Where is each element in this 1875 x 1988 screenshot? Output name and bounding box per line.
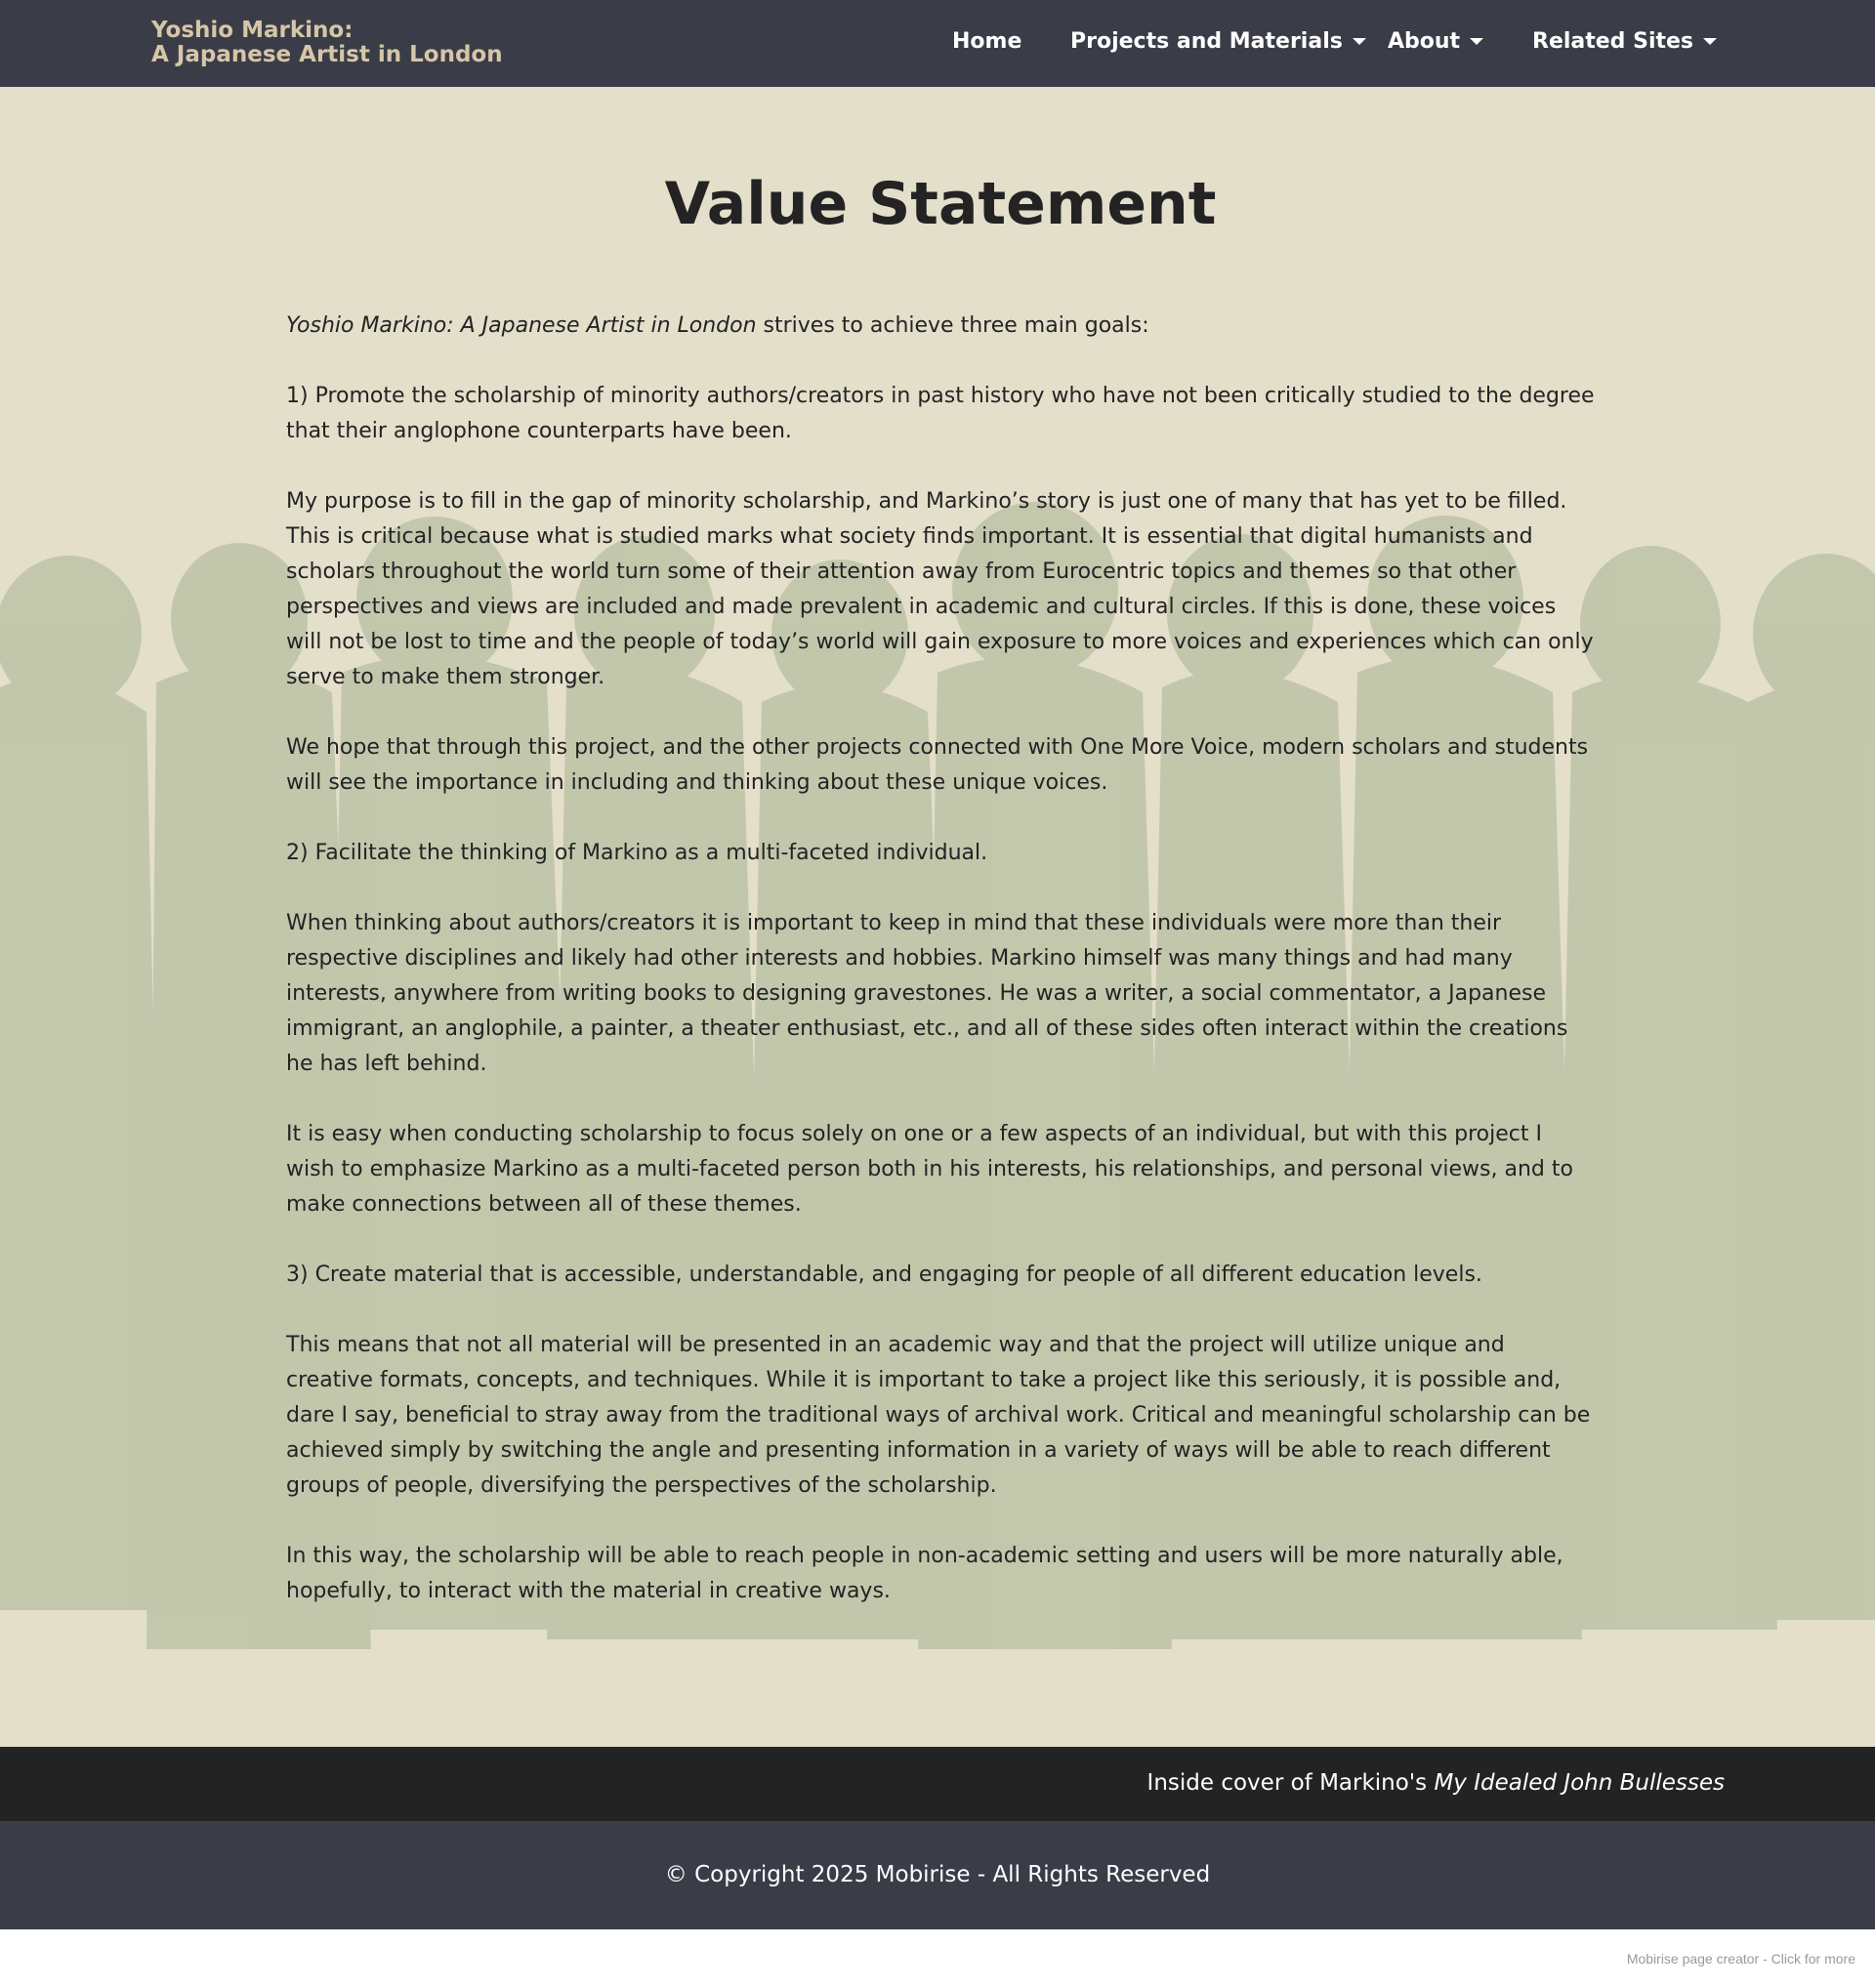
intro-paragraph: Yoshio Markino: A Japanese Artist in Lon… — [286, 309, 1595, 344]
goal-1-paragraph: 1) Promote the scholarship of minority a… — [286, 384, 1595, 443]
body-paragraph: It is easy when conducting scholarship t… — [286, 1122, 1573, 1217]
body-paragraph: We hope that through this project, and t… — [286, 735, 1589, 795]
intro-italic-title: Yoshio Markino: A Japanese Artist in Lon… — [286, 313, 757, 338]
goal-3-paragraph: 3) Create material that is accessible, u… — [286, 1263, 1482, 1287]
caption-book-title: My Idealed John Bullesses — [1434, 1770, 1725, 1796]
nav-item-projects-and-materials[interactable]: Projects and Materials — [1070, 26, 1366, 58]
image-caption: Inside cover of Markino's My Idealed Joh… — [1147, 1766, 1725, 1800]
brand-line-2: A Japanese Artist in London — [151, 42, 503, 67]
chevron-down-icon — [1352, 37, 1366, 45]
nav-item-home[interactable]: Home — [952, 26, 1021, 58]
nav-item-about[interactable]: About — [1388, 26, 1484, 58]
copyright-text: © Copyright 2025 Mobirise - All Rights R… — [664, 1862, 1211, 1887]
value-statement-text: Yoshio Markino: A Japanese Artist in Lon… — [286, 309, 1595, 1644]
goal-2-paragraph: 2) Facilitate the thinking of Markino as… — [286, 841, 988, 865]
chevron-down-icon — [1470, 37, 1484, 45]
caption-prefix: Inside cover of Markino's — [1146, 1770, 1435, 1796]
nav-item-label: About — [1388, 29, 1461, 54]
value-statement-section: Value Statement Yoshio Markino: A Japane… — [0, 87, 1875, 1747]
nav-item-label: Projects and Materials — [1070, 29, 1343, 54]
body-paragraph: My purpose is to fill in the gap of mino… — [286, 489, 1594, 689]
body-paragraph: When thinking about authors/creators it … — [286, 911, 1568, 1076]
body-paragraph: This means that not all material will be… — [286, 1333, 1591, 1498]
nav-item-related-sites[interactable]: Related Sites — [1532, 26, 1718, 58]
footer: © Copyright 2025 Mobirise - All Rights R… — [0, 1821, 1875, 1929]
image-caption-bar: Inside cover of Markino's My Idealed Joh… — [0, 1747, 1875, 1821]
brand-line-1: Yoshio Markino: — [151, 18, 354, 43]
nav-item-label: Related Sites — [1532, 29, 1694, 54]
nav-item-label: Home — [952, 29, 1022, 54]
page-title: Value Statement — [664, 170, 1217, 238]
intro-text: strives to achieve three main goals: — [756, 313, 1149, 338]
credit-area: Mobirise page creator - Click for more — [0, 1929, 1875, 1988]
chevron-down-icon — [1703, 37, 1718, 45]
top-navbar: Yoshio Markino: A Japanese Artist in Lon… — [0, 0, 1875, 87]
body-paragraph: In this way, the scholarship will be abl… — [286, 1544, 1563, 1603]
mobirise-credit-link[interactable]: Mobirise page creator - Click for more — [1627, 1949, 1855, 1968]
site-brand[interactable]: Yoshio Markino: A Japanese Artist in Lon… — [151, 19, 503, 67]
